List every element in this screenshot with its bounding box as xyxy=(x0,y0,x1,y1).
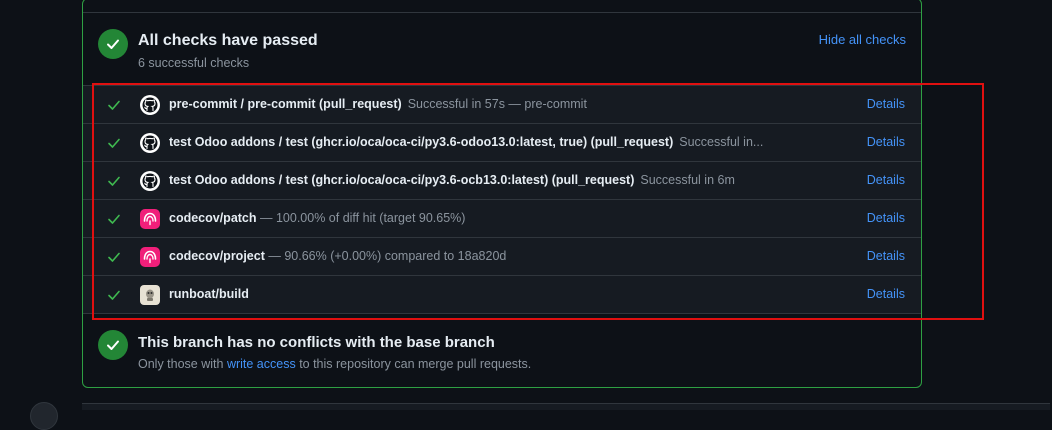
details-link[interactable]: Details xyxy=(867,211,905,225)
codecov-icon xyxy=(140,209,160,229)
hide-all-checks-link[interactable]: Hide all checks xyxy=(819,32,906,47)
check-row: test Odoo addons / test (ghcr.io/oca/oca… xyxy=(83,162,921,200)
check-name[interactable]: test Odoo addons / test (ghcr.io/oca/oca… xyxy=(169,173,634,187)
details-link[interactable]: Details xyxy=(867,249,905,263)
details-link[interactable]: Details xyxy=(867,97,905,111)
check-row: test Odoo addons / test (ghcr.io/oca/oca… xyxy=(83,124,921,162)
details-link[interactable]: Details xyxy=(867,135,905,149)
no-conflicts-icon xyxy=(98,330,128,360)
details-link[interactable]: Details xyxy=(867,173,905,187)
details-link[interactable]: Details xyxy=(867,287,905,301)
github-icon xyxy=(140,133,160,153)
check-name[interactable]: pre-commit / pre-commit (pull_request) xyxy=(169,97,402,111)
github-icon xyxy=(140,95,160,115)
check-description: Successful in 57s — pre-commit xyxy=(407,97,587,111)
write-access-link[interactable]: write access xyxy=(227,357,296,371)
check-description: Successful in 6m xyxy=(640,173,735,187)
success-check-icon xyxy=(108,290,120,300)
success-check-icon xyxy=(108,214,120,224)
check-name[interactable]: runboat/build xyxy=(169,287,249,301)
merge-status-title: This branch has no conflicts with the ba… xyxy=(138,334,495,351)
merge-status-panel: All checks have passed 6 successful chec… xyxy=(82,0,922,388)
check-description: Successful in... xyxy=(679,135,764,149)
checks-summary-subtitle: 6 successful checks xyxy=(138,56,250,70)
check-text: codecov/patch — 100.00% of diff hit (tar… xyxy=(169,211,465,225)
comment-box-edge xyxy=(82,403,1050,410)
success-check-icon xyxy=(108,176,120,186)
github-icon xyxy=(140,171,160,191)
check-name[interactable]: codecov/project xyxy=(169,249,265,263)
avatar xyxy=(30,402,58,430)
merge-sub-suffix: to this repository can merge pull reques… xyxy=(295,357,532,371)
check-icon xyxy=(107,340,119,350)
check-text: runboat/build xyxy=(169,287,255,301)
check-row: runboat/build Details xyxy=(83,276,921,313)
check-name[interactable]: codecov/patch xyxy=(169,211,257,225)
success-check-icon xyxy=(108,138,120,148)
merge-sub-prefix: Only those with xyxy=(138,357,227,371)
check-name[interactable]: test Odoo addons / test (ghcr.io/oca/oca… xyxy=(169,135,673,149)
success-check-icon xyxy=(108,100,120,110)
check-row: pre-commit / pre-commit (pull_request) Su… xyxy=(83,86,921,124)
check-description: — 100.00% of diff hit (target 90.65%) xyxy=(256,211,466,225)
check-row: codecov/project — 90.66% (+0.00%) compar… xyxy=(83,238,921,276)
previous-section-strip xyxy=(83,0,921,13)
checks-list: pre-commit / pre-commit (pull_request) Su… xyxy=(83,85,921,314)
success-check-icon xyxy=(108,252,120,262)
check-text: test Odoo addons / test (ghcr.io/oca/oca… xyxy=(169,135,763,149)
checks-passed-icon xyxy=(98,29,128,59)
check-icon xyxy=(107,39,119,49)
runboat-icon xyxy=(140,285,160,305)
check-text: pre-commit / pre-commit (pull_request) Su… xyxy=(169,97,587,111)
codecov-icon xyxy=(140,247,160,267)
check-row: codecov/patch — 100.00% of diff hit (tar… xyxy=(83,200,921,238)
merge-status-subtitle: Only those with write access to this rep… xyxy=(138,357,531,371)
checks-summary-title: All checks have passed xyxy=(138,32,318,49)
check-description: — 90.66% (+0.00%) compared to 18a820d xyxy=(264,249,507,263)
check-text: codecov/project — 90.66% (+0.00%) compar… xyxy=(169,249,506,263)
check-text: test Odoo addons / test (ghcr.io/oca/oca… xyxy=(169,173,735,187)
